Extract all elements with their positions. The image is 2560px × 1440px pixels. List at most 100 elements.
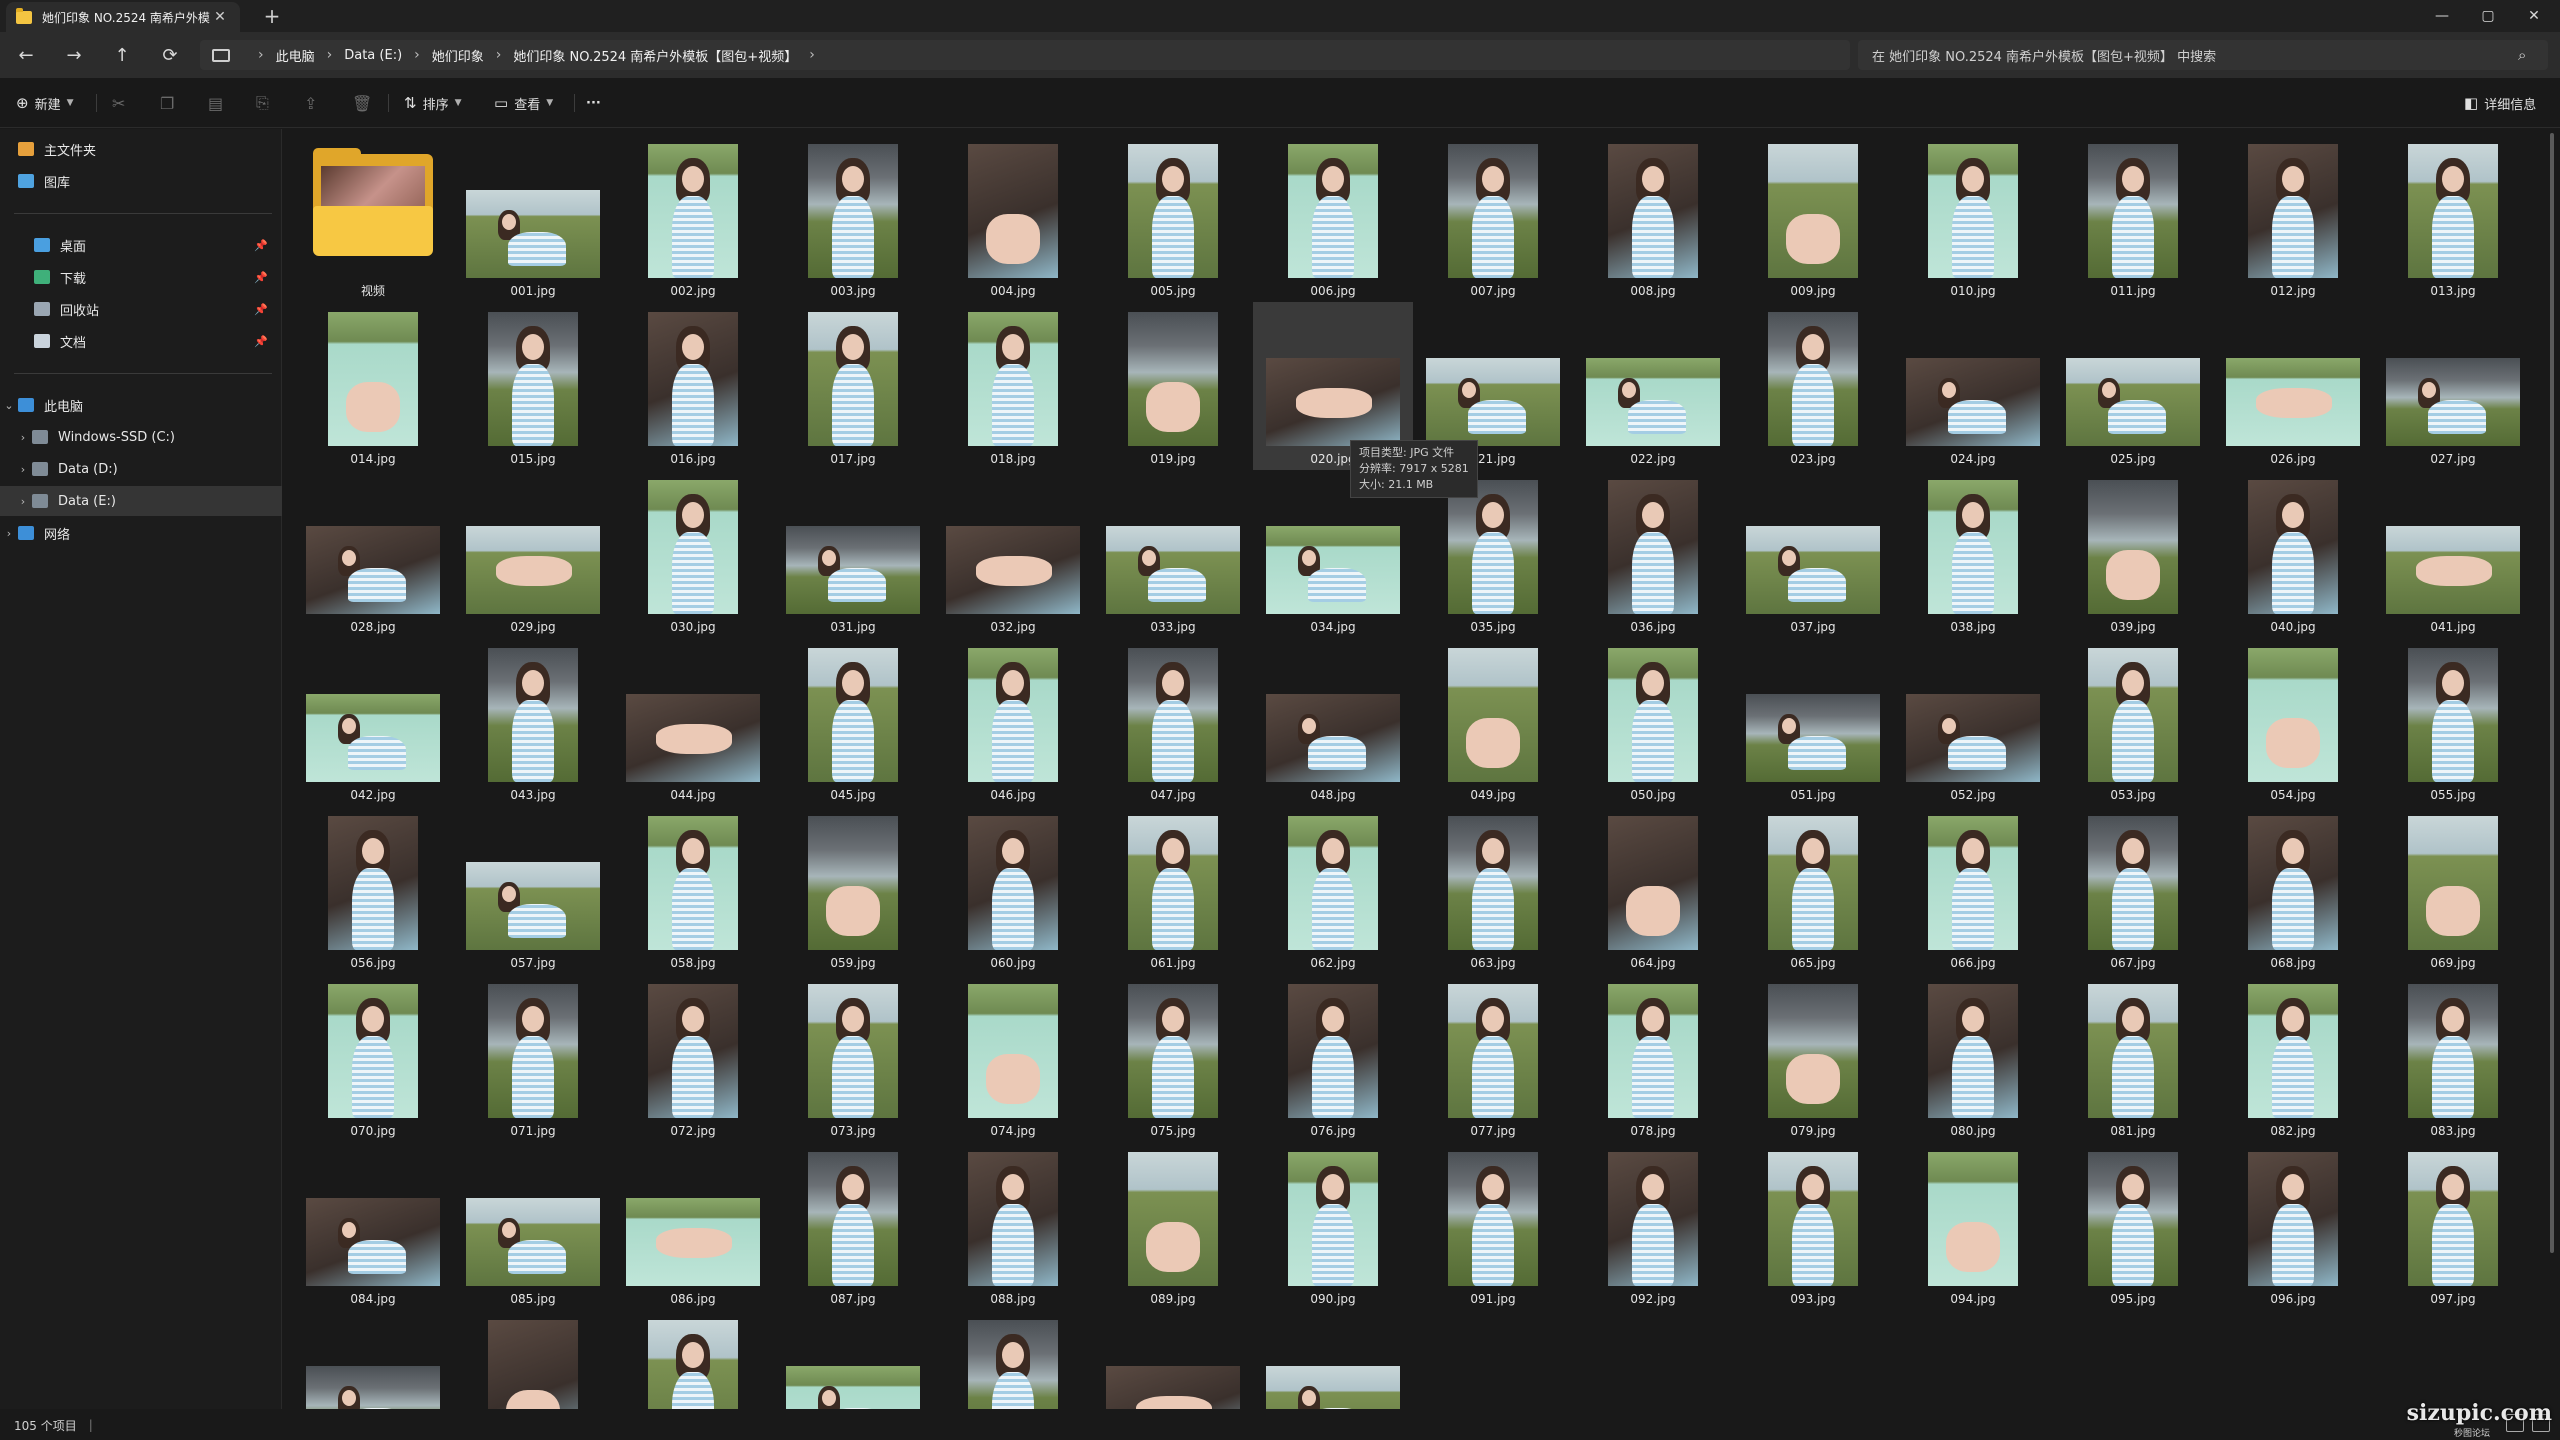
chevron-right-icon[interactable]: › — [14, 431, 32, 444]
file-item[interactable]: 061.jpg — [1093, 806, 1253, 974]
file-item[interactable]: 059.jpg — [773, 806, 933, 974]
pin-icon[interactable]: 📌 — [254, 303, 268, 316]
paste-icon[interactable]: ▤ — [208, 92, 223, 114]
file-item[interactable]: 040.jpg — [2213, 470, 2373, 638]
file-item[interactable]: 092.jpg — [1573, 1142, 1733, 1310]
file-item[interactable]: 067.jpg — [2053, 806, 2213, 974]
file-item[interactable]: 041.jpg — [2373, 470, 2533, 638]
file-item[interactable]: 078.jpg — [1573, 974, 1733, 1142]
file-item[interactable]: 037.jpg — [1733, 470, 1893, 638]
file-item[interactable]: 084.jpg — [293, 1142, 453, 1310]
file-item[interactable]: 015.jpg — [453, 302, 613, 470]
breadcrumb-parent-folder[interactable]: 她们印象 — [432, 46, 484, 65]
file-item[interactable]: 008.jpg — [1573, 134, 1733, 302]
chevron-down-icon[interactable]: ⌄ — [0, 399, 18, 412]
file-item[interactable]: 091.jpg — [1413, 1142, 1573, 1310]
file-item[interactable]: 062.jpg — [1253, 806, 1413, 974]
details-pane-button[interactable]: ◧ 详细信息 — [2464, 92, 2536, 114]
sidebar-item-network[interactable]: › 网络 — [0, 518, 282, 548]
file-item[interactable]: 045.jpg — [773, 638, 933, 806]
sidebar-item-downloads[interactable]: 下载 📌 — [0, 262, 282, 292]
sidebar-item-drive-c[interactable]: › Windows-SSD (C:) — [0, 422, 282, 452]
file-item[interactable]: 010.jpg — [1893, 134, 2053, 302]
folder-item-video[interactable]: 视频 — [293, 134, 453, 302]
file-item[interactable]: 019.jpg — [1093, 302, 1253, 470]
search-input[interactable]: 在 她们印象 NO.2524 南希户外模板【图包+视频】 中搜索 ⌕ — [1858, 40, 2548, 70]
explorer-tab[interactable]: 她们印象 NO.2524 南希户外模板 ✕ — [6, 2, 240, 32]
share-icon[interactable]: ⇪ — [304, 92, 317, 114]
minimize-button[interactable]: — — [2420, 0, 2464, 32]
file-item[interactable]: 004.jpg — [933, 134, 1093, 302]
file-item[interactable]: 012.jpg — [2213, 134, 2373, 302]
sidebar-item-this-pc[interactable]: ⌄ 此电脑 — [0, 390, 282, 420]
delete-icon[interactable]: 🗑 — [352, 92, 372, 114]
sidebar-item-desktop[interactable]: 桌面 📌 — [0, 230, 282, 260]
up-button[interactable]: ↑ — [106, 40, 138, 70]
tab-close-icon[interactable]: ✕ — [210, 9, 230, 25]
view-button[interactable]: ▭ 查看 ▼ — [494, 92, 553, 114]
file-item[interactable]: 050.jpg — [1573, 638, 1733, 806]
file-item[interactable]: 030.jpg — [613, 470, 773, 638]
file-item[interactable]: 060.jpg — [933, 806, 1093, 974]
file-item[interactable]: 022.jpg — [1573, 302, 1733, 470]
sidebar-item-recycle-bin[interactable]: 回收站 📌 — [0, 294, 282, 324]
file-item[interactable]: 080.jpg — [1893, 974, 2053, 1142]
file-item[interactable]: 005.jpg — [1093, 134, 1253, 302]
file-item[interactable]: 033.jpg — [1093, 470, 1253, 638]
file-item[interactable]: 044.jpg — [613, 638, 773, 806]
file-item[interactable]: 027.jpg — [2373, 302, 2533, 470]
file-item[interactable]: 079.jpg — [1733, 974, 1893, 1142]
chevron-right-icon[interactable]: › — [809, 47, 815, 63]
file-item[interactable]: 051.jpg — [1733, 638, 1893, 806]
pin-icon[interactable]: 📌 — [254, 239, 268, 252]
file-item[interactable] — [1253, 1310, 1413, 1409]
file-item[interactable]: 058.jpg — [613, 806, 773, 974]
file-item[interactable]: 047.jpg — [1093, 638, 1253, 806]
close-window-button[interactable]: ✕ — [2512, 0, 2556, 32]
file-item[interactable] — [613, 1310, 773, 1409]
file-item[interactable]: 097.jpg — [2373, 1142, 2533, 1310]
breadcrumb-this-pc[interactable]: 此电脑 — [276, 46, 315, 65]
file-item[interactable]: 072.jpg — [613, 974, 773, 1142]
file-item[interactable]: 042.jpg — [293, 638, 453, 806]
file-item[interactable]: 026.jpg — [2213, 302, 2373, 470]
file-item[interactable]: 094.jpg — [1893, 1142, 2053, 1310]
back-button[interactable]: ← — [10, 40, 42, 70]
file-item[interactable] — [773, 1310, 933, 1409]
sidebar-item-drive-e[interactable]: › Data (E:) — [0, 486, 282, 516]
file-item[interactable]: 095.jpg — [2053, 1142, 2213, 1310]
file-item[interactable]: 023.jpg — [1733, 302, 1893, 470]
file-item[interactable]: 031.jpg — [773, 470, 933, 638]
file-item[interactable] — [1093, 1310, 1253, 1409]
file-item[interactable]: 002.jpg — [613, 134, 773, 302]
sidebar-item-documents[interactable]: 文档 📌 — [0, 326, 282, 356]
file-item[interactable]: 065.jpg — [1733, 806, 1893, 974]
address-bar[interactable]: › 此电脑 › Data (E:) › 她们印象 › 她们印象 NO.2524 … — [200, 40, 1850, 70]
file-item[interactable] — [453, 1310, 613, 1409]
file-item[interactable]: 006.jpg — [1253, 134, 1413, 302]
file-item[interactable]: 024.jpg — [1893, 302, 2053, 470]
file-item[interactable]: 089.jpg — [1093, 1142, 1253, 1310]
file-item[interactable]: 085.jpg — [453, 1142, 613, 1310]
new-button[interactable]: ⊕ 新建 ▼ — [16, 92, 74, 114]
file-item[interactable]: 048.jpg — [1253, 638, 1413, 806]
file-item[interactable]: 038.jpg — [1893, 470, 2053, 638]
scrollbar-thumb[interactable] — [2550, 133, 2554, 1253]
file-item[interactable]: 053.jpg — [2053, 638, 2213, 806]
file-item[interactable]: 029.jpg — [453, 470, 613, 638]
file-item[interactable]: 018.jpg — [933, 302, 1093, 470]
copy-icon[interactable]: ❐ — [160, 92, 174, 114]
chevron-right-icon[interactable]: › — [0, 527, 18, 540]
chevron-right-icon[interactable]: › — [14, 495, 32, 508]
more-options-button[interactable]: ··· — [586, 92, 601, 114]
file-item[interactable]: 025.jpg — [2053, 302, 2213, 470]
file-item[interactable]: 043.jpg — [453, 638, 613, 806]
file-item[interactable] — [293, 1310, 453, 1409]
file-item[interactable]: 066.jpg — [1893, 806, 2053, 974]
file-item[interactable]: 076.jpg — [1253, 974, 1413, 1142]
file-item[interactable]: 007.jpg — [1413, 134, 1573, 302]
chevron-right-icon[interactable]: › — [14, 463, 32, 476]
maximize-button[interactable]: ▢ — [2466, 0, 2510, 32]
file-item[interactable]: 001.jpg — [453, 134, 613, 302]
file-item[interactable]: 028.jpg — [293, 470, 453, 638]
